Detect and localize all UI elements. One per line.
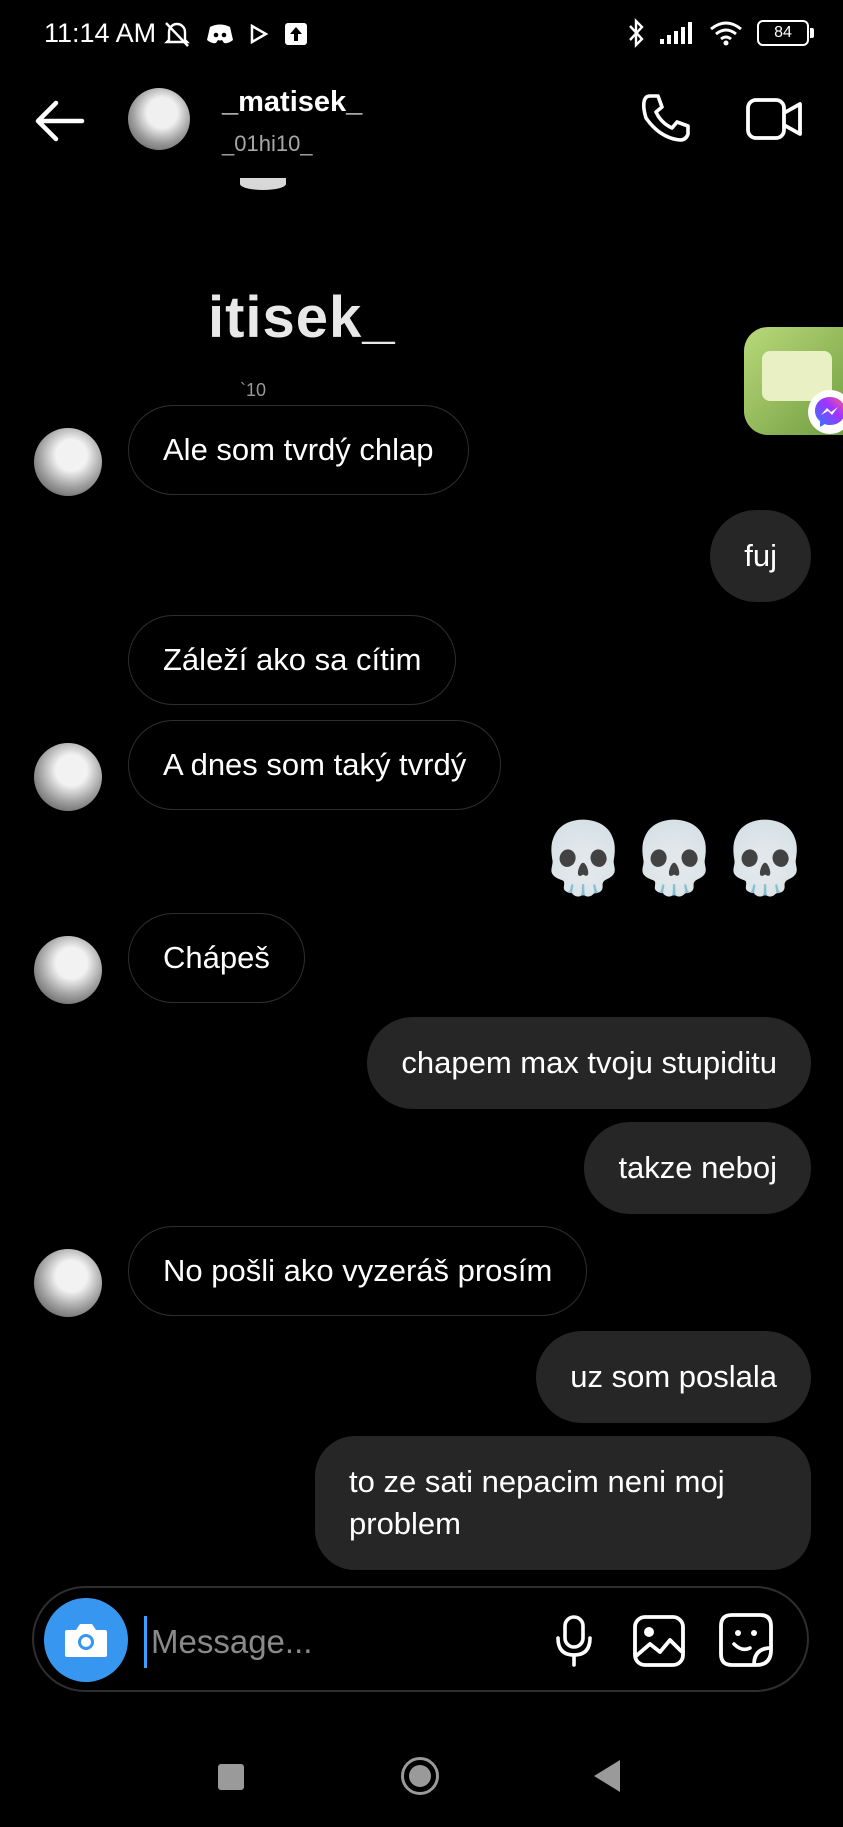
message-bubble-incoming[interactable]: A dnes som taký tvrdý	[128, 720, 502, 810]
profile-fragment-top	[240, 178, 286, 190]
phone-icon[interactable]	[640, 92, 692, 144]
contact-username[interactable]: _01hi10_	[222, 131, 313, 157]
signal-icon	[660, 22, 692, 44]
message-bubble-outgoing[interactable]: fuj	[710, 510, 811, 602]
discord-icon	[207, 24, 233, 44]
avatar[interactable]	[34, 743, 102, 811]
avatar[interactable]	[34, 1249, 102, 1317]
status-right-icons: 84	[627, 18, 814, 48]
message-bubble-incoming[interactable]: Chápeš	[128, 913, 305, 1003]
skull-emoji-message[interactable]: 💀💀💀	[540, 818, 813, 900]
message-bubble-incoming[interactable]: No pošli ako vyzeráš prosím	[128, 1226, 588, 1316]
message-bubble-outgoing[interactable]: chapem max tvoju stupiditu	[367, 1017, 811, 1109]
message-input[interactable]	[144, 1616, 533, 1668]
battery-level: 84	[774, 24, 792, 41]
avatar[interactable]	[34, 936, 102, 1004]
message-bubble-outgoing[interactable]: takze neboj	[584, 1122, 811, 1214]
header-avatar[interactable]	[128, 88, 190, 150]
microphone-icon[interactable]	[550, 1614, 598, 1668]
video-camera-icon[interactable]	[746, 96, 802, 142]
message-bubble-incoming[interactable]: Záleží ako sa cítim	[128, 615, 457, 705]
camera-button[interactable]	[44, 1598, 128, 1682]
message-bubble-incoming[interactable]: Ale som tvrdý chlap	[128, 405, 469, 495]
gallery-icon[interactable]	[632, 1614, 686, 1668]
nav-recent-apps-button[interactable]	[218, 1764, 244, 1790]
profile-name-fragment: itisek_	[208, 285, 396, 350]
battery-icon: 84	[757, 20, 814, 46]
contact-name[interactable]: _matisek_	[222, 86, 362, 119]
back-arrow-icon[interactable]	[30, 96, 90, 146]
nav-back-button[interactable]	[594, 1760, 620, 1792]
upload-icon	[285, 23, 307, 45]
bluetooth-icon	[629, 18, 644, 48]
sticker-icon[interactable]	[718, 1612, 774, 1668]
wifi-icon	[710, 21, 742, 46]
play-icon	[250, 24, 268, 44]
status-left-icons	[164, 20, 308, 48]
nav-home-button[interactable]	[401, 1757, 439, 1795]
messenger-icon	[808, 390, 843, 434]
message-bubble-outgoing[interactable]: to ze sati nepacim neni moj problem	[315, 1436, 811, 1570]
camera-icon	[65, 1624, 107, 1657]
message-bubble-outgoing[interactable]: uz som poslala	[536, 1331, 811, 1423]
status-time: 11:14 AM	[44, 18, 157, 48]
profile-sub-fragment: `10	[240, 380, 267, 400]
bell-off-icon	[164, 22, 190, 47]
avatar[interactable]	[34, 428, 102, 496]
